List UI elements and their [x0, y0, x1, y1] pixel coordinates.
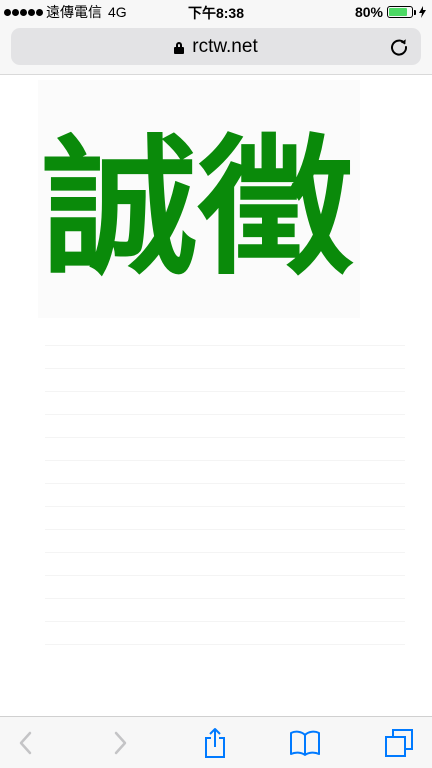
url-text: rctw.net [192, 35, 258, 57]
tabs-button[interactable] [382, 727, 416, 759]
tabs-icon [385, 729, 413, 757]
logo-graphic: 誠徵 [42, 122, 354, 296]
address-bar[interactable]: rctw.net [11, 28, 421, 65]
url-display[interactable]: rctw.net [11, 28, 421, 65]
forward-chevron-icon [114, 731, 127, 755]
battery-percent: 80% [354, 4, 383, 20]
back-button[interactable] [8, 727, 42, 759]
faint-text-area [45, 345, 405, 667]
status-bar: 遠傳電信 4G 下午8:38 80% [0, 0, 432, 24]
share-button[interactable] [198, 727, 232, 759]
status-right: 80% [355, 3, 426, 21]
web-content: 誠徵 [0, 75, 432, 716]
recruiting-image: 誠徵 [38, 80, 360, 318]
logo-text: 誠徵 [42, 122, 354, 296]
lock-icon [174, 41, 185, 54]
browser-toolbar [0, 716, 432, 768]
charging-bolt-icon [419, 6, 426, 18]
share-icon [205, 728, 225, 758]
battery-icon [387, 6, 413, 18]
battery-level-fill [389, 8, 407, 16]
bookmarks-book-icon [290, 730, 320, 756]
browser-header: rctw.net [0, 24, 432, 75]
battery-cap [414, 9, 416, 15]
bookmarks-button[interactable] [288, 727, 322, 759]
reload-icon[interactable] [389, 37, 409, 57]
back-chevron-icon [19, 731, 32, 755]
forward-button[interactable] [104, 727, 138, 759]
